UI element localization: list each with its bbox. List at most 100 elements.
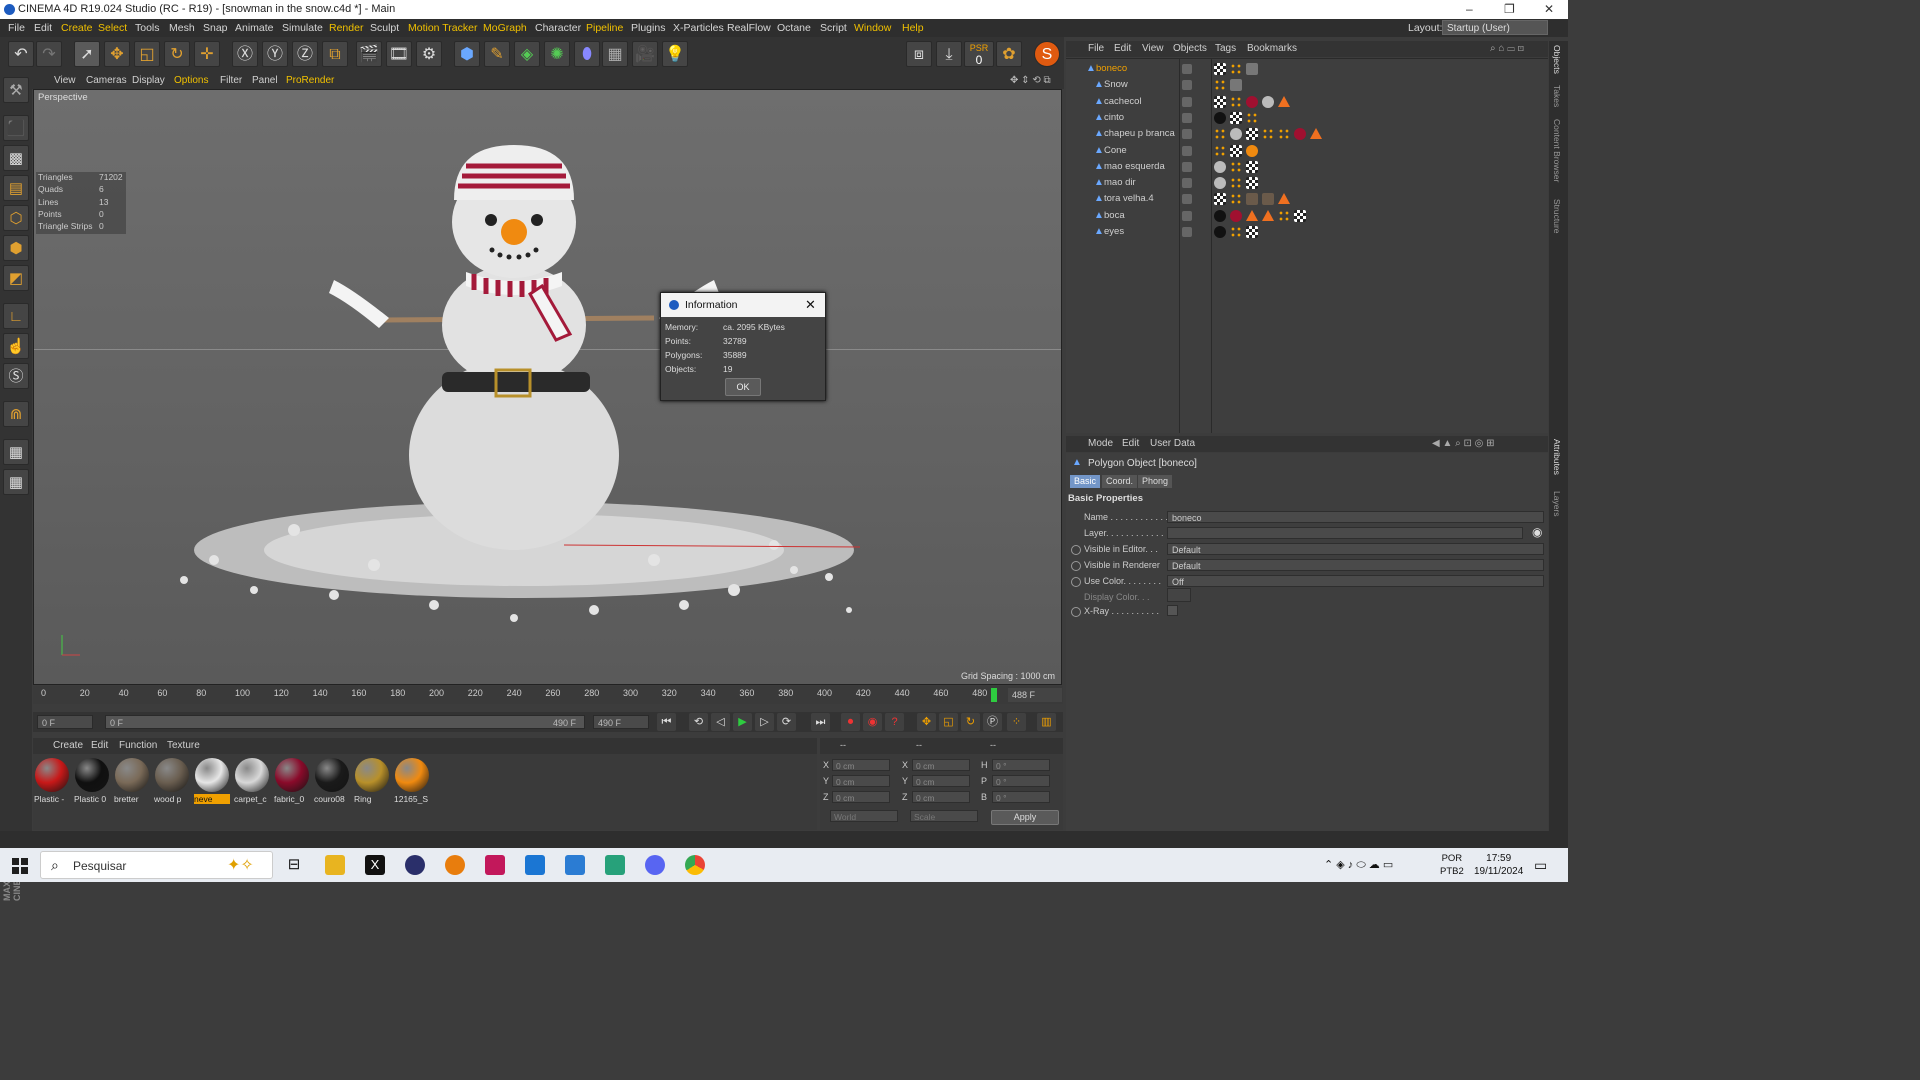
viewport-menu-cameras[interactable]: Cameras [86, 75, 127, 86]
dots-tag-icon[interactable] [1230, 95, 1242, 108]
object-row[interactable]: ▲ chapeu p branca [1066, 126, 1548, 142]
material-menu-edit[interactable]: Edit [91, 740, 108, 751]
snap-icon[interactable]: ⋒ [3, 401, 29, 427]
y-axis-icon[interactable]: Ⓨ [262, 41, 288, 67]
menu-character[interactable]: Character [535, 22, 581, 34]
next-key-icon[interactable]: ⟳ [777, 713, 796, 731]
attr-menu-user-data[interactable]: User Data [1150, 438, 1195, 449]
check-tag-icon[interactable] [1214, 193, 1226, 206]
tab-coord[interactable]: Coord. [1102, 475, 1138, 488]
menu-edit[interactable]: Edit [34, 22, 52, 34]
menu-pipeline[interactable]: Pipeline [586, 22, 623, 34]
previous-key-icon[interactable]: ⟲ [689, 713, 708, 731]
grey-tag-icon[interactable] [1214, 177, 1226, 190]
menu-mograph[interactable]: MoGraph [483, 22, 527, 34]
size-x-field[interactable]: 0 cm [912, 759, 970, 771]
rotation-p-field[interactable]: 0 ° [992, 775, 1050, 787]
material-swatch[interactable]: fabric_0 [274, 758, 310, 804]
object-row[interactable]: ▲ eyes [1066, 224, 1548, 240]
wood-tag-icon[interactable] [1262, 193, 1274, 206]
dialog-close-button[interactable]: ✕ [805, 297, 816, 313]
dots-tag-icon[interactable] [1278, 128, 1290, 141]
record-keys-icon[interactable]: ⏺ [841, 713, 860, 731]
close-window-button[interactable]: ✕ [1544, 2, 1554, 16]
current-frame-field[interactable]: 488 F [1008, 688, 1062, 702]
points-mode-icon[interactable]: ⬡ [3, 205, 29, 231]
ok-button[interactable]: OK [725, 378, 761, 396]
viewport-menu-panel[interactable]: Panel [252, 75, 278, 86]
check-tag-icon[interactable] [1294, 209, 1306, 222]
position-x-field[interactable]: 0 cm [832, 759, 890, 771]
subdivision-surface-icon[interactable]: ◈ [514, 41, 540, 67]
visibility-toggle-icon[interactable] [1182, 145, 1192, 156]
dots-tag-icon[interactable] [1230, 193, 1242, 206]
material-swatch[interactable]: couro08 [314, 758, 350, 804]
viewport-menu-filter[interactable]: Filter [220, 75, 242, 86]
x-axis-icon[interactable]: Ⓧ [232, 41, 258, 67]
cube-primitive-icon[interactable]: ⬢ [454, 41, 480, 67]
material-swatch[interactable]: wood p [154, 758, 190, 804]
light-icon[interactable]: 💡 [662, 41, 688, 67]
black-tag-icon[interactable] [1214, 226, 1226, 238]
workplane-icon[interactable]: ▤ [3, 175, 29, 201]
dots-tag-icon[interactable] [1230, 160, 1242, 173]
attr-navigation-icons[interactable]: ◀ ▲ ⌕ ⊡ ◎ ⊞ [1432, 438, 1495, 449]
position-y-field[interactable]: 0 cm [832, 775, 890, 787]
material-swatch[interactable]: 12165_S [394, 758, 430, 804]
use-color-dropdown[interactable]: Off [1167, 575, 1544, 587]
object-row[interactable]: ▲ boneco [1066, 61, 1548, 77]
visibility-toggle-icon[interactable] [1182, 64, 1192, 74]
blender-icon[interactable] [445, 855, 465, 875]
display-color-swatch[interactable] [1167, 588, 1191, 602]
material-menu-function[interactable]: Function [119, 740, 157, 751]
world-dropdown[interactable]: World [830, 810, 898, 822]
scale-dropdown[interactable]: Scale [910, 810, 978, 822]
viewport-menu-options[interactable]: Options [174, 75, 208, 86]
menu-motion-tracker[interactable]: Motion Tracker [408, 22, 477, 34]
visibility-toggle-icon[interactable] [1182, 178, 1192, 189]
tab-phong[interactable]: Phong [1138, 475, 1173, 488]
floor-icon[interactable]: ▦ [602, 41, 628, 67]
material-swatch[interactable]: neve [194, 758, 230, 804]
camera-icon[interactable]: 🎥 [632, 41, 658, 67]
perspective-viewport[interactable]: Perspective Triangles 71202 Quads 6 Lines 1… [33, 89, 1062, 685]
object-menu-edit[interactable]: Edit [1114, 43, 1131, 54]
autokey-icon[interactable]: ◉ [863, 713, 882, 731]
polygons-mode-icon[interactable]: ◩ [3, 265, 29, 291]
dots-tag-icon[interactable] [1214, 79, 1226, 92]
windows-start-icon[interactable] [12, 858, 28, 874]
layout-dropdown[interactable]: Startup (User) [1442, 20, 1548, 35]
edges-mode-icon[interactable]: ⬢ [3, 235, 29, 261]
live-selection-icon[interactable]: ➚ [74, 41, 100, 67]
wood-tag-icon[interactable] [1246, 193, 1258, 206]
side-tab-takes[interactable]: Takes [1552, 85, 1562, 107]
go-to-start-icon[interactable]: ⏮ [657, 713, 676, 731]
make-editable-icon[interactable]: ⚒ [3, 77, 29, 103]
visibility-toggle-icon[interactable] [1182, 129, 1192, 140]
pen-spline-icon[interactable]: ✎ [484, 41, 510, 67]
size-y-field[interactable]: 0 cm [912, 775, 970, 787]
check-tag-icon[interactable] [1246, 160, 1258, 173]
attr-menu-mode[interactable]: Mode [1088, 438, 1113, 449]
material-menu-create[interactable]: Create [53, 740, 83, 751]
rotation-b-field[interactable]: 0 ° [992, 791, 1050, 803]
object-row[interactable]: ▲ Snow [1066, 77, 1548, 93]
side-tab-objects[interactable]: Objects [1552, 45, 1562, 74]
layer-field[interactable] [1167, 527, 1523, 539]
object-row[interactable]: ▲ cinto [1066, 110, 1548, 126]
undo-icon[interactable]: ↶ [8, 41, 34, 67]
menu-create[interactable]: Create [61, 22, 93, 34]
model-mode-icon[interactable]: ⬛ [3, 115, 29, 141]
menu-animate[interactable]: Animate [235, 22, 274, 34]
object-row[interactable]: ▲ mao esquerda [1066, 159, 1548, 175]
check-tag-icon[interactable] [1246, 226, 1258, 238]
apply-button[interactable]: Apply [991, 810, 1059, 825]
object-row[interactable]: ▲ boca [1066, 208, 1548, 224]
playhead[interactable] [991, 688, 997, 702]
attr-menu-edit[interactable]: Edit [1122, 438, 1139, 449]
orange-tag-icon[interactable] [1246, 144, 1258, 157]
object-menu-tags[interactable]: Tags [1215, 43, 1236, 54]
visibility-toggle-icon[interactable] [1182, 194, 1192, 205]
visibility-toggle-icon[interactable] [1182, 96, 1192, 107]
dots-tag-icon[interactable] [1246, 111, 1258, 124]
